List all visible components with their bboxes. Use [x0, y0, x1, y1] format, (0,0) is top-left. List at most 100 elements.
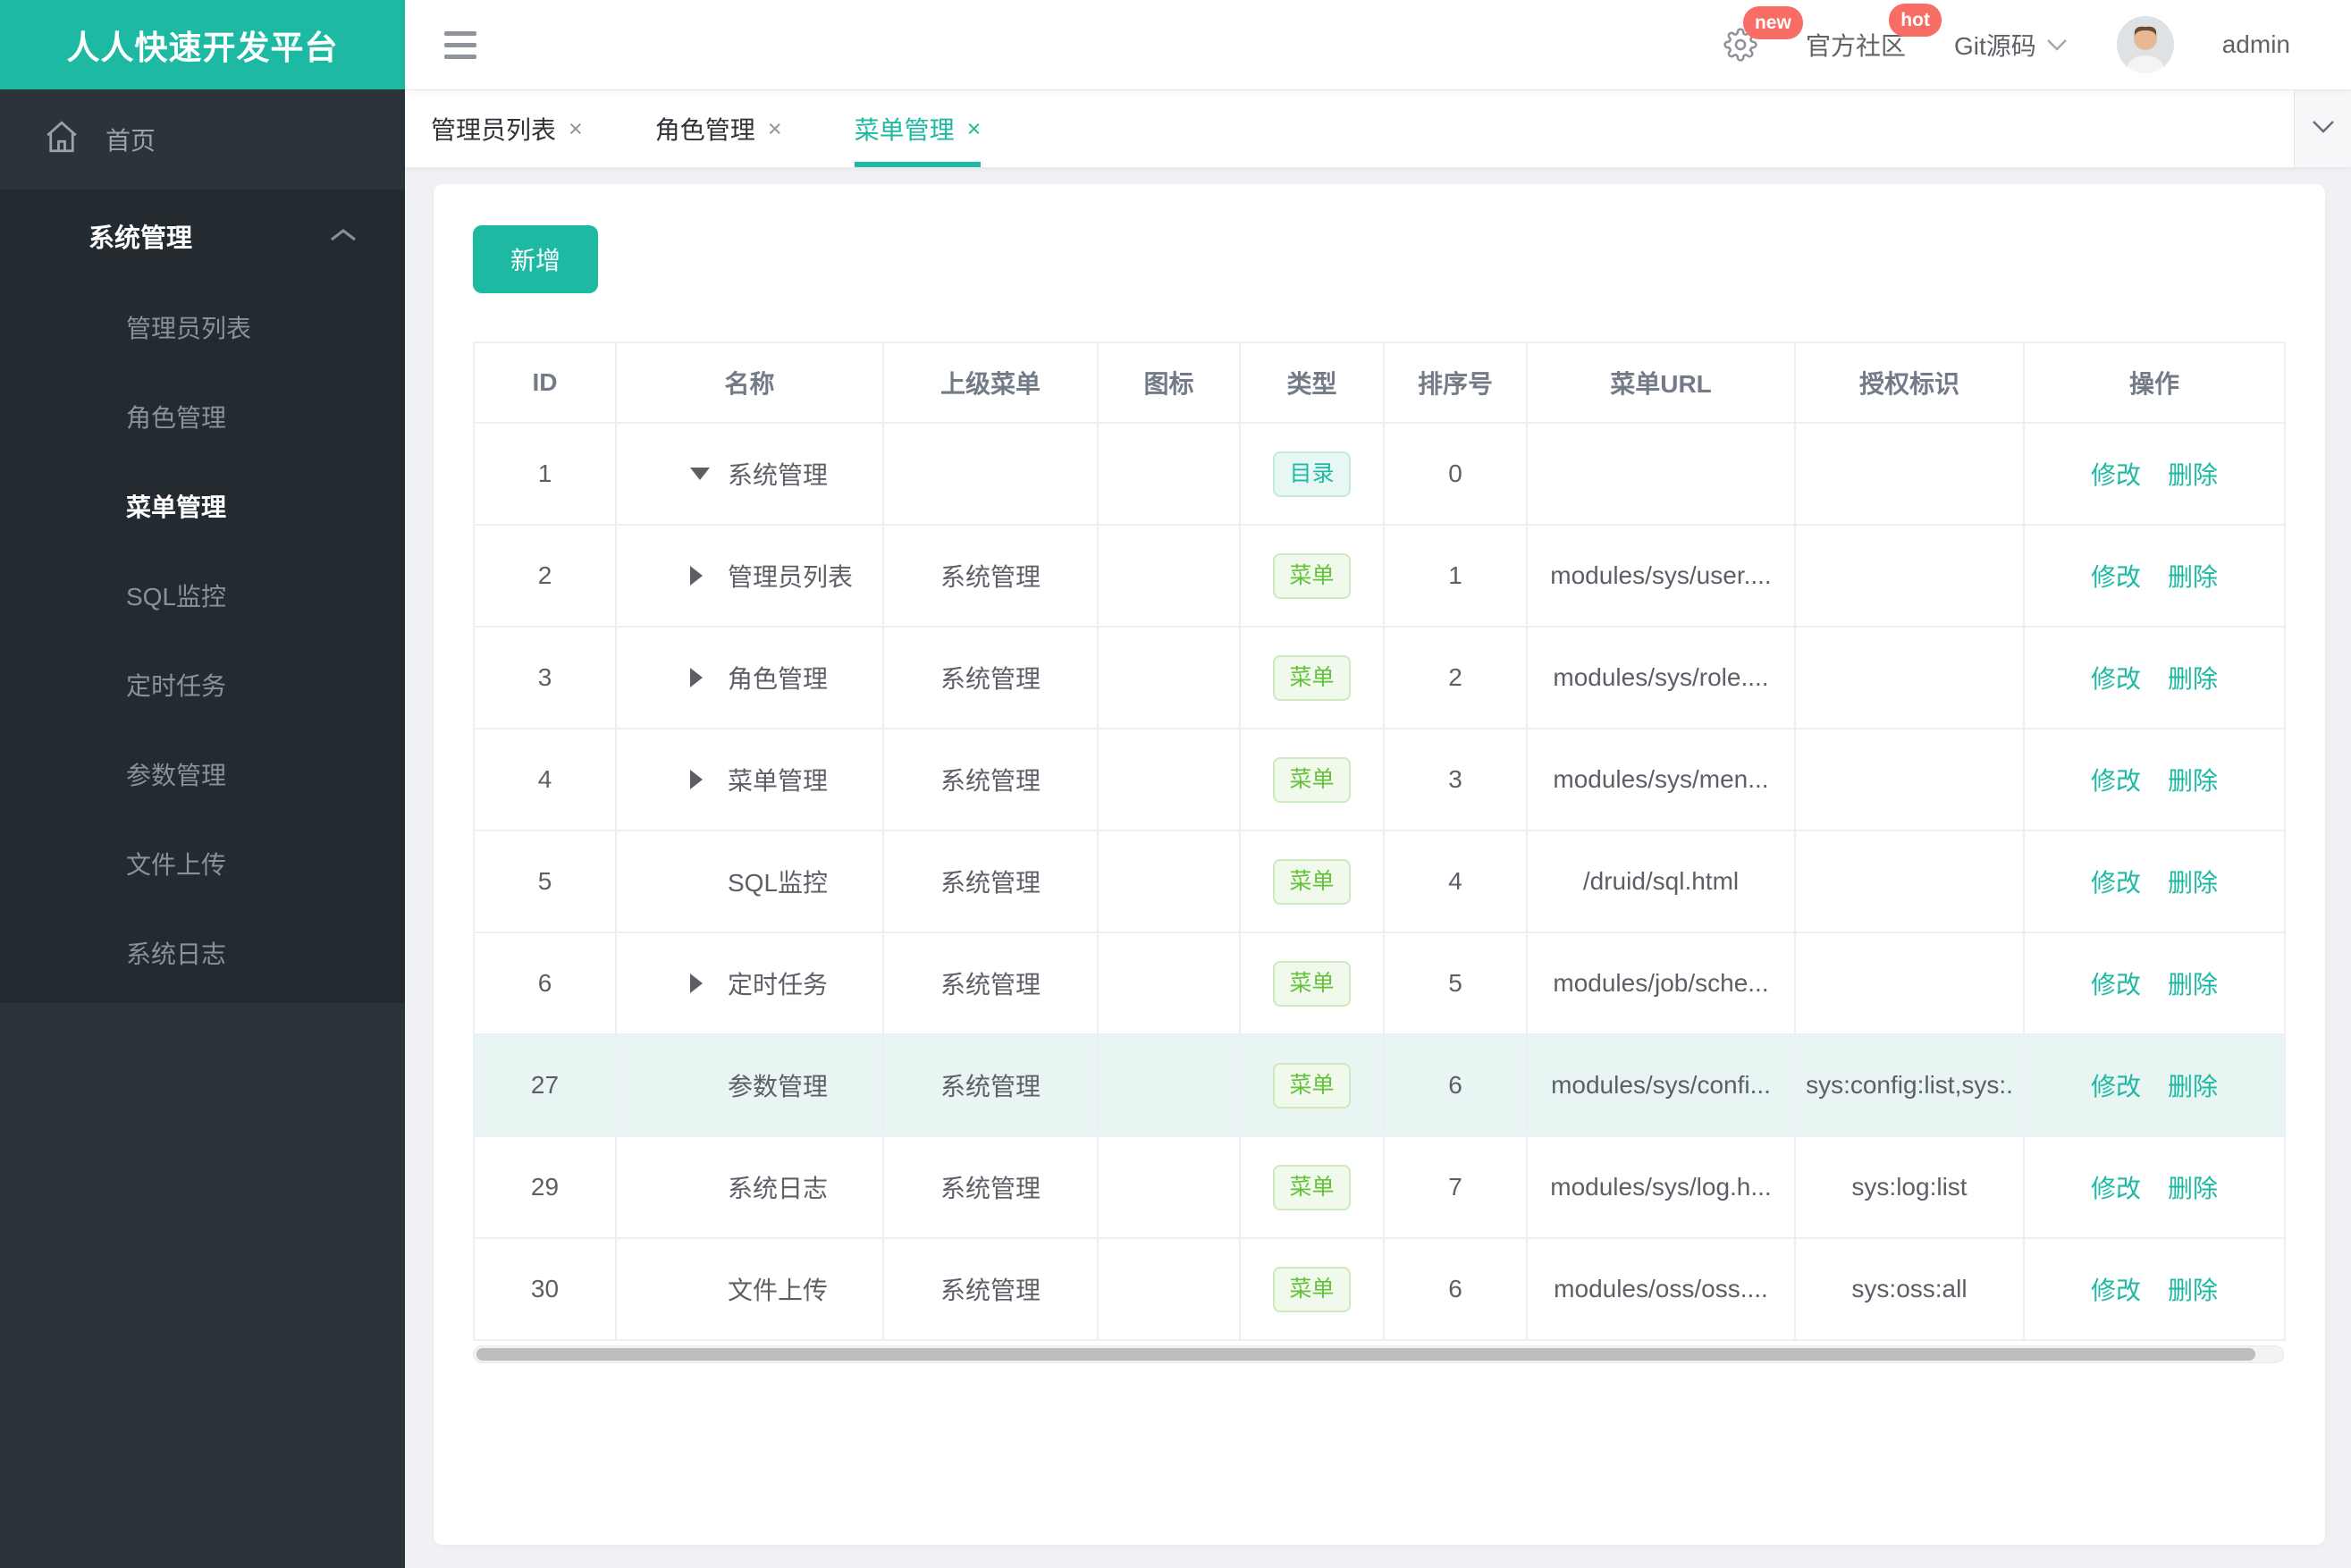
theme-settings-button[interactable]: new	[1723, 6, 1803, 62]
menu-name-label: 角色管理	[728, 665, 829, 693]
delete-link[interactable]: 删除	[2168, 563, 2218, 591]
sidebar-item-4[interactable]: SQL监控	[0, 551, 405, 640]
cell-menu-url: modules/sys/log.h...	[1526, 1135, 1796, 1239]
table-row[interactable]: 27 参数管理 系统管理 菜单 6 modules/sys/confi... sys:con…	[473, 1033, 2286, 1137]
menu-table: ID 名称 上级菜单 图标 类型 排序号 菜单URL 授权标识 操作 1 系统管理 目录 0 修改 删除 2…	[473, 341, 2286, 1341]
edit-link[interactable]: 修改	[2091, 665, 2141, 693]
tab-1[interactable]: 管理员列表 ×	[431, 90, 583, 167]
table-row[interactable]: 1 系统管理 目录 0 修改 删除	[473, 422, 2286, 526]
cell-id: 3	[473, 626, 617, 729]
sidebar-item-3[interactable]: 菜单管理	[0, 461, 405, 551]
table-row[interactable]: 3 角色管理 系统管理 菜单 2 modules/sys/role.... 修改 删除	[473, 626, 2286, 729]
delete-link[interactable]: 删除	[2168, 1073, 2218, 1100]
menu-name-label: 定时任务	[728, 971, 829, 999]
name-cell: 参数管理	[618, 1067, 881, 1103]
menu-table-wrap: ID 名称 上级菜单 图标 类型 排序号 菜单URL 授权标识 操作 1 系统管理 目录 0 修改 删除 2…	[473, 341, 2286, 1363]
sidebar-item-6[interactable]: 参数管理	[0, 729, 405, 819]
cell-name: 管理员列表	[615, 524, 884, 628]
open-tabs: 管理员列表 × 角色管理 × 菜单管理 ×	[405, 90, 2294, 167]
edit-link[interactable]: 修改	[2091, 767, 2141, 795]
git-source-dropdown[interactable]: Git源码	[1954, 27, 2069, 63]
close-icon[interactable]: ×	[967, 115, 982, 143]
tab-label: 管理员列表	[431, 116, 557, 144]
cell-menu-url: /druid/sql.html	[1526, 830, 1796, 933]
cell-perms	[1794, 728, 2025, 831]
hot-badge: hot	[1889, 4, 1942, 37]
delete-link[interactable]: 删除	[2168, 1277, 2218, 1304]
cell-id: 6	[473, 932, 617, 1035]
collapse-arrow-icon[interactable]	[690, 468, 728, 480]
expand-arrow-icon[interactable]	[690, 566, 728, 586]
sidebar-item-8[interactable]: 系统日志	[0, 908, 405, 998]
delete-link[interactable]: 删除	[2168, 869, 2218, 897]
table-row[interactable]: 29 系统日志 系统管理 菜单 7 modules/sys/log.h... sys:log…	[473, 1135, 2286, 1239]
cell-perms: sys:config:list,sys:.	[1794, 1033, 2025, 1137]
avatar[interactable]	[2116, 16, 2174, 73]
tab-3[interactable]: 菜单管理 ×	[854, 90, 982, 167]
edit-link[interactable]: 修改	[2091, 461, 2141, 489]
cell-perms	[1794, 422, 2025, 526]
table-row[interactable]: 2 管理员列表 系统管理 菜单 1 modules/sys/user.... 修改 删除	[473, 524, 2286, 628]
close-icon[interactable]: ×	[569, 115, 583, 143]
delete-link[interactable]: 删除	[2168, 1175, 2218, 1202]
table-row[interactable]: 4 菜单管理 系统管理 菜单 3 modules/sys/men... 修改 删除	[473, 728, 2286, 831]
expand-arrow-icon[interactable]	[690, 770, 728, 789]
cell-type: 菜单	[1239, 1135, 1385, 1239]
sidebar-item-5[interactable]: 定时任务	[0, 640, 405, 729]
edit-link[interactable]: 修改	[2091, 1277, 2141, 1304]
delete-link[interactable]: 删除	[2168, 665, 2218, 693]
sidebar: 人人快速开发平台 首页 系统管理 管理员列表 角色管理 菜单管理 SQL监控 定时任务参…	[0, 0, 405, 1568]
sidebar-toggle-button[interactable]	[444, 30, 476, 59]
delete-link[interactable]: 删除	[2168, 971, 2218, 999]
add-button[interactable]: 新增	[473, 225, 598, 293]
delete-link[interactable]: 删除	[2168, 461, 2218, 489]
tabs-menu-button[interactable]	[2294, 90, 2351, 167]
name-cell: 菜单管理	[618, 762, 881, 797]
chevron-up-icon	[328, 222, 358, 251]
sidebar-item-2[interactable]: 角色管理	[0, 372, 405, 461]
edit-link[interactable]: 修改	[2091, 563, 2141, 591]
community-link[interactable]: 官方社区 hot	[1806, 4, 1942, 63]
column-header-7: 菜单URL	[1526, 341, 1796, 424]
cell-id: 29	[473, 1135, 617, 1239]
cell-icon	[1097, 1135, 1241, 1239]
cell-menu-url	[1526, 422, 1796, 526]
cell-type: 菜单	[1239, 1033, 1385, 1137]
table-row[interactable]: 6 定时任务 系统管理 菜单 5 modules/job/sche... 修改 删除	[473, 932, 2286, 1035]
edit-link[interactable]: 修改	[2091, 869, 2141, 897]
cell-menu-url: modules/oss/oss....	[1526, 1237, 1796, 1341]
sidebar-item-1[interactable]: 管理员列表	[0, 282, 405, 372]
cell-actions: 修改 删除	[2023, 1237, 2286, 1341]
table-row[interactable]: 5 SQL监控 系统管理 菜单 4/druid/sql.html 修改 删除	[473, 830, 2286, 933]
edit-link[interactable]: 修改	[2091, 971, 2141, 999]
cell-perms	[1794, 830, 2025, 933]
cell-menu-url: modules/sys/role....	[1526, 626, 1796, 729]
cell-actions: 修改 删除	[2023, 626, 2286, 729]
cell-order: 6	[1383, 1237, 1528, 1341]
cell-type: 目录	[1239, 422, 1385, 526]
cell-icon	[1097, 830, 1241, 933]
sidebar-item-home[interactable]: 首页	[0, 89, 405, 190]
table-row[interactable]: 30 文件上传 系统管理 菜单 6 modules/oss/oss.... sys:oss:…	[473, 1237, 2286, 1341]
cell-order: 1	[1383, 524, 1528, 628]
edit-link[interactable]: 修改	[2091, 1175, 2141, 1202]
tab-2[interactable]: 角色管理 ×	[655, 90, 782, 167]
expand-arrow-icon[interactable]	[690, 668, 728, 687]
sidebar-group-label: 系统管理	[88, 224, 193, 253]
delete-link[interactable]: 删除	[2168, 767, 2218, 795]
cell-order: 3	[1383, 728, 1528, 831]
cell-parent-menu: 系统管理	[882, 1237, 1099, 1341]
cell-order: 7	[1383, 1135, 1528, 1239]
column-header-8: 授权标识	[1794, 341, 2025, 424]
sidebar-item-7[interactable]: 文件上传	[0, 819, 405, 908]
cell-id: 27	[473, 1033, 617, 1137]
expand-arrow-icon[interactable]	[690, 974, 728, 993]
name-cell: 系统管理	[618, 456, 881, 492]
scrollbar-thumb[interactable]	[476, 1348, 2255, 1361]
edit-link[interactable]: 修改	[2091, 1073, 2141, 1100]
close-icon[interactable]: ×	[768, 115, 782, 143]
type-badge: 菜单	[1273, 1266, 1351, 1312]
sidebar-group-system[interactable]: 系统管理	[0, 190, 405, 282]
menu-name-label: 管理员列表	[728, 563, 854, 591]
type-badge: 菜单	[1273, 1062, 1351, 1109]
